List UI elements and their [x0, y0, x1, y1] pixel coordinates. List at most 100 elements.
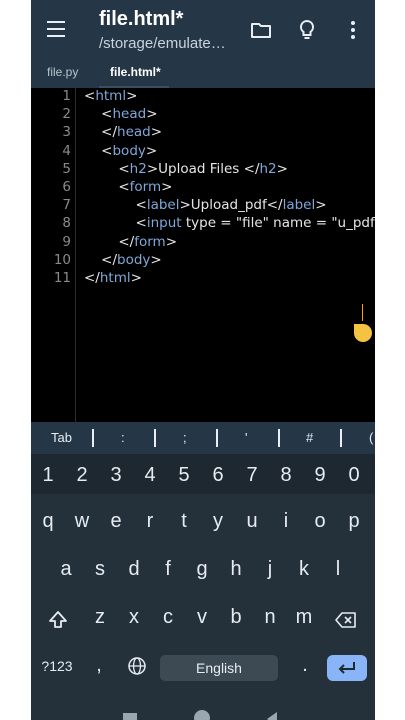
line-number: 8 [62, 215, 71, 232]
code-line[interactable]: <label>Upload_pdf</label> [84, 197, 326, 213]
back-icon[interactable] [267, 712, 277, 720]
lightbulb-icon[interactable] [295, 18, 319, 42]
key-e[interactable]: e [100, 510, 132, 533]
key-2[interactable]: 2 [66, 464, 98, 487]
more-options-icon[interactable] [341, 18, 365, 42]
symbol-key-semicolon[interactable]: ; [183, 430, 187, 445]
backspace-icon [335, 612, 356, 628]
key-o[interactable]: o [304, 510, 336, 533]
file-title: file.html* [99, 8, 184, 30]
code-line[interactable]: </form> [84, 234, 177, 250]
tab-file-html[interactable]: file.html* [110, 65, 161, 79]
line-number: 7 [62, 197, 71, 214]
line-number: 5 [62, 160, 71, 177]
key-f[interactable]: f [152, 558, 184, 581]
key-q[interactable]: q [32, 510, 64, 533]
code-line[interactable]: <body> [84, 143, 157, 159]
key-m[interactable]: m [288, 606, 320, 629]
symbol-bar: Tab : ; ' # ( [31, 422, 375, 454]
symbol-key-quote[interactable]: ' [245, 430, 247, 445]
shift-key[interactable] [42, 610, 74, 636]
key-3[interactable]: 3 [100, 464, 132, 487]
key-b[interactable]: b [220, 606, 252, 629]
soft-keyboard: 1 2 3 4 5 6 7 8 9 0 q w e r t y u i o p … [31, 454, 375, 720]
key-w[interactable]: w [66, 510, 98, 533]
key-k[interactable]: k [288, 558, 320, 581]
backspace-key[interactable] [330, 610, 362, 636]
code-line[interactable]: <head> [84, 106, 157, 122]
key-g[interactable]: g [186, 558, 218, 581]
key-h[interactable]: h [220, 558, 252, 581]
line-number: 3 [62, 124, 71, 141]
key-p[interactable]: p [338, 510, 370, 533]
menu-icon[interactable] [45, 18, 67, 40]
key-a[interactable]: a [50, 558, 82, 581]
space-key[interactable]: English [160, 655, 278, 681]
key-z[interactable]: z [84, 606, 116, 629]
code-line[interactable]: </head> [84, 124, 162, 140]
line-number: 1 [62, 88, 71, 104]
symbol-separator [278, 429, 280, 447]
cursor-handle[interactable] [354, 324, 372, 342]
code-line[interactable]: <html> [84, 88, 137, 104]
line-number: 11 [53, 270, 71, 286]
home-icon[interactable] [194, 710, 210, 720]
folder-icon[interactable] [249, 18, 273, 42]
symbol-separator [216, 429, 218, 447]
enter-key[interactable] [327, 655, 367, 681]
key-x[interactable]: x [118, 606, 150, 629]
key-c[interactable]: c [152, 606, 184, 629]
emoji-key[interactable] [121, 656, 153, 682]
symbol-separator [154, 429, 156, 447]
code-line[interactable]: </html> [84, 270, 142, 286]
key-i[interactable]: i [270, 510, 302, 533]
code-line[interactable]: <h2>Upload Files </h2> [84, 161, 288, 177]
key-9[interactable]: 9 [304, 464, 336, 487]
symbol-separator [340, 429, 342, 447]
file-tabs: file.py file.html* [31, 62, 375, 88]
line-number: 4 [62, 142, 71, 159]
symbol-key-paren[interactable]: ( [369, 430, 373, 445]
code-line[interactable]: </body> [84, 252, 162, 268]
line-number: 9 [62, 233, 71, 250]
recents-icon[interactable] [123, 713, 137, 720]
enter-icon [338, 662, 355, 674]
gutter-divider [75, 88, 76, 422]
number-row: 1 2 3 4 5 6 7 8 9 0 [31, 454, 375, 494]
key-d[interactable]: d [118, 558, 150, 581]
code-line[interactable]: <form> [84, 179, 172, 195]
symbol-key-hash[interactable]: # [306, 430, 313, 445]
key-8[interactable]: 8 [270, 464, 302, 487]
key-l[interactable]: l [322, 558, 354, 581]
symbol-key-tab[interactable]: Tab [51, 430, 72, 445]
key-t[interactable]: t [168, 510, 200, 533]
file-path: /storage/emulate… [99, 35, 226, 52]
key-4[interactable]: 4 [134, 464, 166, 487]
globe-icon [128, 657, 146, 675]
key-j[interactable]: j [254, 558, 286, 581]
code-editor[interactable]: 1 2 3 4 5 6 7 8 9 10 11 <html> <head> </head> <bod… [31, 88, 375, 518]
symbols-key[interactable]: ?123 [37, 658, 77, 674]
key-6[interactable]: 6 [202, 464, 234, 487]
line-number: 2 [62, 106, 71, 123]
key-n[interactable]: n [254, 606, 286, 629]
key-7[interactable]: 7 [236, 464, 268, 487]
key-s[interactable]: s [84, 558, 116, 581]
phone-screen: file.html* /storage/emulate… file.py fil… [31, 0, 375, 720]
key-r[interactable]: r [134, 510, 166, 533]
app-bar: file.html* /storage/emulate… [31, 0, 375, 62]
tab-file-py[interactable]: file.py [47, 65, 78, 79]
key-y[interactable]: y [202, 510, 234, 533]
comma-key[interactable]: , [83, 654, 115, 677]
key-5[interactable]: 5 [168, 464, 200, 487]
key-0[interactable]: 0 [338, 464, 370, 487]
key-u[interactable]: u [236, 510, 268, 533]
line-number: 10 [53, 251, 71, 268]
key-v[interactable]: v [186, 606, 218, 629]
symbol-key-colon[interactable]: : [121, 430, 125, 445]
period-key[interactable]: . [289, 654, 321, 677]
key-1[interactable]: 1 [32, 464, 64, 487]
navigation-bar [31, 708, 375, 720]
shift-icon [49, 611, 67, 628]
code-line[interactable]: <input type = "file" name = "u_pdf" [84, 215, 375, 231]
